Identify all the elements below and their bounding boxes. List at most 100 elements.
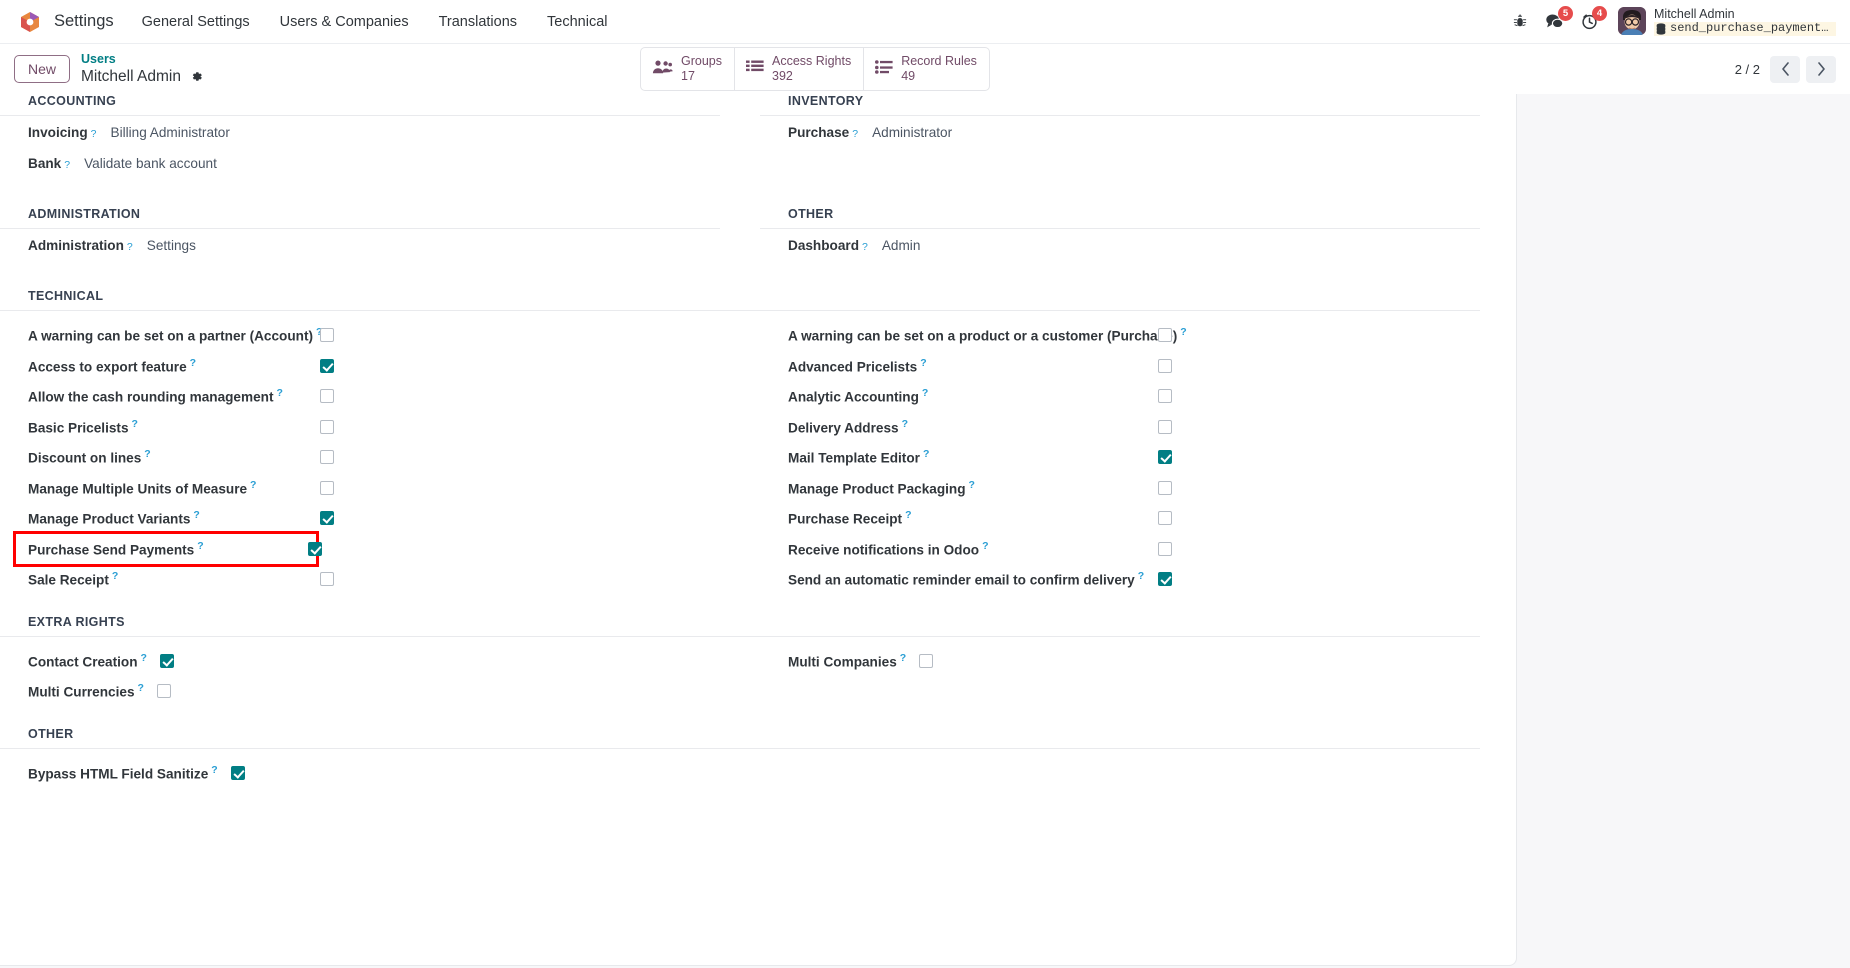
checkbox-receive-notifications-in-odoo[interactable]	[1158, 541, 1172, 556]
help-tooltip-icon[interactable]: ?	[922, 387, 928, 399]
checkbox-contact-creation[interactable]	[159, 653, 174, 668]
stat-button-groups[interactable]: Groups 17	[641, 48, 735, 90]
group-accounting-inventory: ACCOUNTING Invoicing ? Billing Administr…	[0, 94, 1480, 187]
help-tooltip-icon[interactable]: ?	[190, 357, 196, 369]
field-value-dashboard[interactable]: Admin	[882, 238, 921, 253]
help-tooltip-icon[interactable]: ?	[127, 241, 133, 253]
help-tooltip-icon[interactable]: ?	[144, 448, 150, 460]
checkbox-advanced-pricelists[interactable]	[1158, 358, 1172, 373]
help-tooltip-icon[interactable]: ?	[211, 764, 217, 776]
section-body-accounting: Invoicing ? Billing Administrator Bank ?…	[0, 116, 720, 187]
checkbox-analytic-accounting[interactable]	[1158, 389, 1172, 404]
checkbox-multi-companies[interactable]	[919, 653, 934, 668]
help-tooltip-icon[interactable]: ?	[905, 509, 911, 521]
bool-row-manage-multiple-units-of-measure: Manage Multiple Units of Measure?	[28, 473, 720, 504]
user-menu[interactable]: Mitchell Admin send_purchase_payment_kn…	[1618, 7, 1836, 36]
checkbox-wrapper-multi-companies	[919, 653, 934, 668]
field-row-administration: Administration ? Settings	[28, 238, 720, 269]
checkbox-purchase-receipt[interactable]	[1158, 511, 1172, 526]
stat-button-record-rules[interactable]: Record Rules 49	[864, 48, 989, 90]
menu-item-technical[interactable]: Technical	[545, 10, 609, 34]
bool-row-mail-template-editor: Mail Template Editor?	[788, 442, 1480, 473]
users-icon	[652, 59, 673, 80]
help-tooltip-icon[interactable]: ?	[112, 570, 118, 582]
checkbox-allow-the-cash-rounding-management[interactable]	[320, 389, 334, 404]
pager-previous-button[interactable]	[1770, 55, 1800, 83]
database-icon	[1656, 23, 1666, 35]
help-tooltip-icon[interactable]: ?	[982, 540, 988, 552]
bool-label-purchase-receipt: Purchase Receipt?	[788, 509, 912, 528]
help-tooltip-icon[interactable]: ?	[862, 241, 868, 253]
help-tooltip-icon[interactable]: ?	[920, 357, 926, 369]
activities-clock-icon[interactable]: 4	[1581, 6, 1607, 30]
messages-icon[interactable]: 5	[1545, 6, 1573, 30]
bool-row-advanced-pricelists: Advanced Pricelists?	[788, 351, 1480, 382]
field-value-administration[interactable]: Settings	[147, 238, 196, 253]
checkbox-wrapper-send-an-automatic-reminder-email-to-confirm-de	[1158, 572, 1172, 587]
field-value-bank[interactable]: Validate bank account	[84, 156, 217, 171]
technical-left-column: A warning can be set on a partner (Accou…	[0, 311, 720, 595]
checkbox-bypass-html-field-sanitize[interactable]	[230, 765, 245, 780]
checkbox-delivery-address[interactable]	[1158, 419, 1172, 434]
help-tooltip-icon[interactable]: ?	[141, 652, 147, 664]
checkbox-wrapper-contact-creation	[159, 653, 174, 668]
help-tooltip-icon[interactable]: ?	[900, 652, 906, 664]
help-tooltip-icon[interactable]: ?	[902, 418, 908, 430]
help-tooltip-icon[interactable]: ?	[276, 387, 282, 399]
stat-value-groups: 17	[681, 69, 695, 83]
other-bottom-right-column	[760, 749, 1480, 789]
help-tooltip-icon[interactable]: ?	[64, 159, 70, 171]
checkbox-mail-template-editor[interactable]	[1158, 450, 1172, 465]
bool-label-delivery-address: Delivery Address?	[788, 417, 908, 436]
new-button[interactable]: New	[14, 55, 71, 83]
help-tooltip-icon[interactable]: ?	[138, 682, 144, 694]
menu-item-general-settings[interactable]: General Settings	[140, 10, 252, 34]
help-tooltip-icon[interactable]: ?	[969, 479, 975, 491]
field-value-invoicing[interactable]: Billing Administrator	[111, 125, 230, 140]
help-tooltip-icon[interactable]: ?	[923, 448, 929, 460]
help-tooltip-icon[interactable]: ?	[1180, 326, 1186, 338]
bool-row-purchase-send-payments: Purchase Send Payments?	[13, 530, 322, 567]
checkbox-a-warning-can-be-set-on-a-partner-account[interactable]	[320, 328, 334, 343]
checkbox-multi-currencies[interactable]	[156, 684, 171, 699]
help-tooltip-icon[interactable]: ?	[197, 540, 203, 552]
help-tooltip-icon[interactable]: ?	[250, 479, 256, 491]
section-accounting: ACCOUNTING Invoicing ? Billing Administr…	[0, 94, 720, 187]
gear-icon[interactable]	[190, 70, 203, 83]
checkbox-sale-receipt[interactable]	[320, 572, 334, 587]
checkbox-send-an-automatic-reminder-email-to-confirm-de[interactable]	[1158, 572, 1172, 587]
messages-badge: 5	[1558, 6, 1573, 21]
checkbox-wrapper-manage-product-packaging	[1158, 480, 1172, 495]
help-tooltip-icon[interactable]: ?	[852, 128, 858, 140]
checkbox-manage-multiple-units-of-measure[interactable]	[320, 480, 334, 495]
stat-button-access-rights[interactable]: Access Rights 392	[735, 48, 865, 90]
help-tooltip-icon[interactable]: ?	[193, 509, 199, 521]
help-tooltip-icon[interactable]: ?	[1138, 570, 1144, 582]
section-title-extra-rights: EXTRA RIGHTS	[0, 615, 1480, 637]
database-name: send_purchase_payment_kn…	[1670, 21, 1834, 35]
checkbox-purchase-send-payments[interactable]	[308, 541, 322, 556]
breadcrumb-parent-users[interactable]: Users	[81, 52, 203, 68]
bool-label-allow-the-cash-rounding-management: Allow the cash rounding management?	[28, 387, 283, 406]
checkbox-manage-product-variants[interactable]	[320, 511, 334, 526]
checkbox-a-warning-can-be-set-on-a-product-or-a-custome[interactable]	[1158, 328, 1172, 343]
help-tooltip-icon[interactable]: ?	[132, 418, 138, 430]
debug-bug-icon[interactable]	[1512, 13, 1528, 30]
checkbox-access-to-export-feature[interactable]	[320, 358, 334, 373]
section-other-bottom: OTHER Bypass HTML Field Sanitize?	[0, 707, 1480, 789]
bool-label-a-warning-can-be-set-on-a-partner-account: A warning can be set on a partner (Accou…	[28, 326, 322, 344]
database-indicator: send_purchase_payment_kn…	[1654, 21, 1836, 36]
help-tooltip-icon[interactable]: ?	[91, 128, 97, 140]
field-label-invoicing: Invoicing	[28, 125, 88, 140]
activities-badge: 4	[1592, 6, 1607, 21]
checkbox-basic-pricelists[interactable]	[320, 419, 334, 434]
menu-item-users-companies[interactable]: Users & Companies	[278, 10, 411, 34]
checkbox-manage-product-packaging[interactable]	[1158, 480, 1172, 495]
stat-text-record-rules: Record Rules 49	[901, 54, 977, 84]
bool-row-analytic-accounting: Analytic Accounting?	[788, 381, 1480, 412]
pager-next-button[interactable]	[1806, 55, 1836, 83]
field-value-purchase[interactable]: Administrator	[872, 125, 952, 140]
bool-row-contact-creation: Contact Creation?	[28, 646, 720, 677]
checkbox-discount-on-lines[interactable]	[320, 450, 334, 465]
menu-item-translations[interactable]: Translations	[437, 10, 519, 34]
